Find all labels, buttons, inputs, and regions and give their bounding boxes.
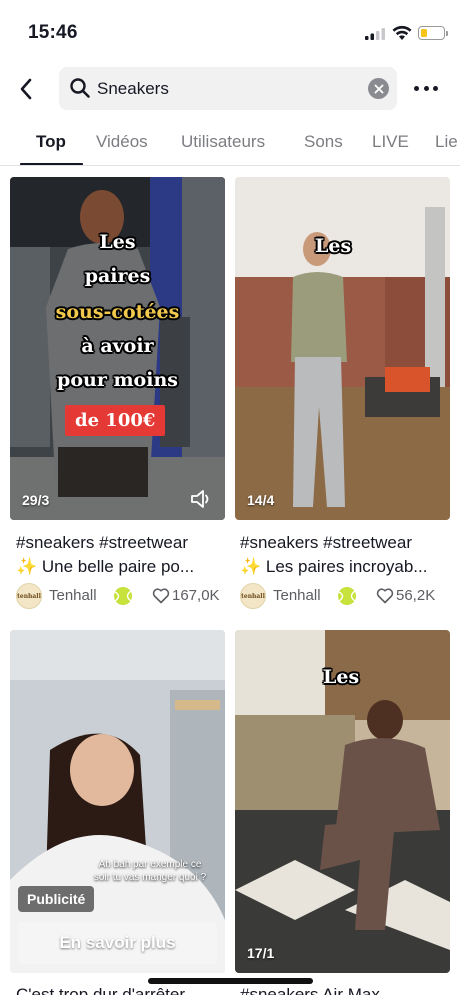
sound-icon[interactable] <box>189 488 213 510</box>
overlay-text: pour moins <box>57 369 178 391</box>
status-time: 15:46 <box>28 22 78 43</box>
subtitle-text: Ah bah par exemple ce soir tu vas manger… <box>93 859 207 883</box>
overlay-text: paires <box>84 265 151 287</box>
tab-sounds[interactable]: Sons <box>304 132 343 152</box>
more-dot-icon <box>414 85 419 91</box>
post-date: 29/3 <box>22 492 50 508</box>
like-count: 167,0K <box>172 587 220 604</box>
video-thumbnail-image <box>235 177 450 520</box>
battery-tip <box>446 31 448 36</box>
tennis-ball-icon <box>338 587 356 605</box>
chevron-left-icon <box>20 78 32 100</box>
search-input[interactable]: Sneakers <box>97 67 169 110</box>
heart-icon <box>152 588 170 604</box>
battery-fill <box>421 29 427 37</box>
avatar[interactable]: tenhall <box>240 583 266 609</box>
avatar[interactable]: tenhall <box>16 583 42 609</box>
tab-places[interactable]: Lie <box>435 132 458 152</box>
overlay-text: à avoir <box>81 335 154 357</box>
search-tabs: Top Vidéos Utilisateurs Sons LIVE Lie <box>0 122 460 166</box>
home-indicator <box>148 978 313 984</box>
heart-icon <box>376 588 394 604</box>
video-caption[interactable]: ✨ Les paires incroyab... <box>240 555 455 578</box>
post-date: 17/1 <box>247 945 275 961</box>
search-icon <box>70 78 90 98</box>
tennis-ball-icon <box>114 587 132 605</box>
active-tab-indicator <box>20 163 83 165</box>
post-date: 14/4 <box>247 492 275 508</box>
video-caption[interactable]: C'est trop dur d'arrêter <box>16 985 185 995</box>
like-count: 56,2K <box>396 587 436 604</box>
overlay-text: Les <box>315 235 352 257</box>
author-name[interactable]: Tenhall <box>49 587 97 604</box>
tab-live[interactable]: LIVE <box>372 132 409 152</box>
ad-label: Publicité <box>18 886 95 912</box>
video-caption[interactable]: #sneakers Air Max <box>240 985 380 995</box>
tab-videos[interactable]: Vidéos <box>96 132 148 152</box>
overlay-text: Les <box>99 231 136 253</box>
video-thumbnail[interactable]: Les 14/4 <box>235 177 450 520</box>
cellular-signal-icon <box>365 28 385 40</box>
video-meta: tenhall Tenhall 56,2K <box>240 583 455 609</box>
more-dot-icon <box>423 85 429 91</box>
video-caption[interactable]: ✨ Une belle paire po... <box>16 555 231 578</box>
wifi-icon <box>392 25 412 40</box>
status-bar: 15:46 <box>0 0 460 62</box>
back-button[interactable] <box>12 74 40 104</box>
video-thumbnail[interactable]: Les 17/1 <box>235 630 450 973</box>
video-meta: tenhall Tenhall 167,0K <box>16 583 231 609</box>
tab-users[interactable]: Utilisateurs <box>181 132 265 152</box>
close-icon <box>374 84 383 93</box>
video-caption[interactable]: #sneakers #streetwear <box>16 531 231 554</box>
more-dot-icon <box>433 85 438 91</box>
overlay-text-highlight: sous-cotées <box>55 301 180 323</box>
video-caption[interactable]: #sneakers #streetwear <box>240 531 455 554</box>
ad-thumbnail[interactable]: Ah bah par exemple ce soir tu vas manger… <box>10 630 225 973</box>
battery-icon <box>418 26 445 40</box>
overlay-text: Les <box>323 666 360 688</box>
learn-more-button[interactable]: En savoir plus <box>18 922 217 964</box>
video-thumbnail[interactable]: Les paires sous-cotées à avoir pour moin… <box>10 177 225 520</box>
author-name[interactable]: Tenhall <box>273 587 321 604</box>
more-options-button[interactable] <box>412 76 440 100</box>
tab-top[interactable]: Top <box>36 132 66 152</box>
price-tag: de 100€ <box>65 405 166 436</box>
search-bar[interactable]: Sneakers <box>59 67 397 110</box>
clear-search-button[interactable] <box>368 78 389 99</box>
